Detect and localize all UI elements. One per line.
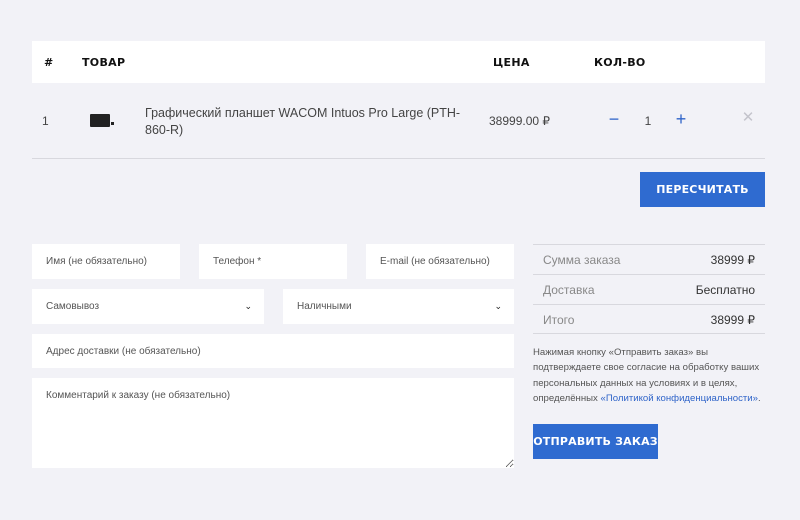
subtotal-value: 38999 ₽ <box>710 253 755 267</box>
plus-icon[interactable]: + <box>673 110 689 128</box>
comment-textarea[interactable] <box>32 378 514 468</box>
product-name-link[interactable]: Графический планшет WACOM Intuos Pro Lar… <box>145 105 475 139</box>
close-icon[interactable]: ✕ <box>740 110 756 126</box>
order-summary: Сумма заказа 38999 ₽ Доставка Бесплатно … <box>533 244 765 334</box>
delivery-method-select[interactable]: Самовывоз ⌄ <box>32 289 264 324</box>
delivery-value: Бесплатно <box>695 283 755 297</box>
cart-table-header: # ТОВАР ЦЕНА КОЛ-ВО <box>32 41 765 83</box>
total-value: 38999 ₽ <box>710 313 755 327</box>
privacy-policy-link[interactable]: «Политикой конфиденциальности» <box>601 393 758 404</box>
email-field[interactable] <box>366 244 514 279</box>
summary-row-delivery: Доставка Бесплатно <box>533 274 765 304</box>
chevron-down-icon: ⌄ <box>494 301 502 311</box>
total-label: Итого <box>543 313 575 327</box>
submit-order-button[interactable]: ОТПРАВИТЬ ЗАКАЗ <box>533 424 658 459</box>
delivery-method-value: Самовывоз <box>46 301 100 312</box>
item-number: 1 <box>42 114 49 128</box>
minus-icon[interactable]: − <box>606 110 622 128</box>
name-field[interactable] <box>32 244 180 279</box>
subtotal-label: Сумма заказа <box>543 253 621 267</box>
address-field[interactable] <box>32 334 514 368</box>
column-price: ЦЕНА <box>493 56 530 69</box>
delivery-label: Доставка <box>543 283 595 297</box>
column-number: # <box>44 56 54 69</box>
cart-item-row: 1 Графический планшет WACOM Intuos Pro L… <box>32 83 765 159</box>
item-price: 38999.00 ₽ <box>489 114 551 128</box>
payment-method-select[interactable]: Наличными ⌄ <box>283 289 514 324</box>
column-product: ТОВАР <box>82 56 126 69</box>
consent-end: . <box>757 393 761 405</box>
consent-notice: Нажимая кнопку «Отправить заказ» вы подт… <box>533 345 765 407</box>
quantity-value: 1 <box>644 114 652 128</box>
summary-row-total: Итого 38999 ₽ <box>533 304 765 334</box>
recalculate-button[interactable]: ПЕРЕСЧИТАТЬ <box>640 172 765 207</box>
payment-method-value: Наличными <box>297 301 352 312</box>
chevron-down-icon: ⌄ <box>244 301 252 311</box>
summary-row-subtotal: Сумма заказа 38999 ₽ <box>533 244 765 274</box>
product-thumbnail-icon[interactable] <box>90 114 114 127</box>
column-quantity: КОЛ-ВО <box>594 56 646 69</box>
phone-field[interactable] <box>199 244 347 279</box>
